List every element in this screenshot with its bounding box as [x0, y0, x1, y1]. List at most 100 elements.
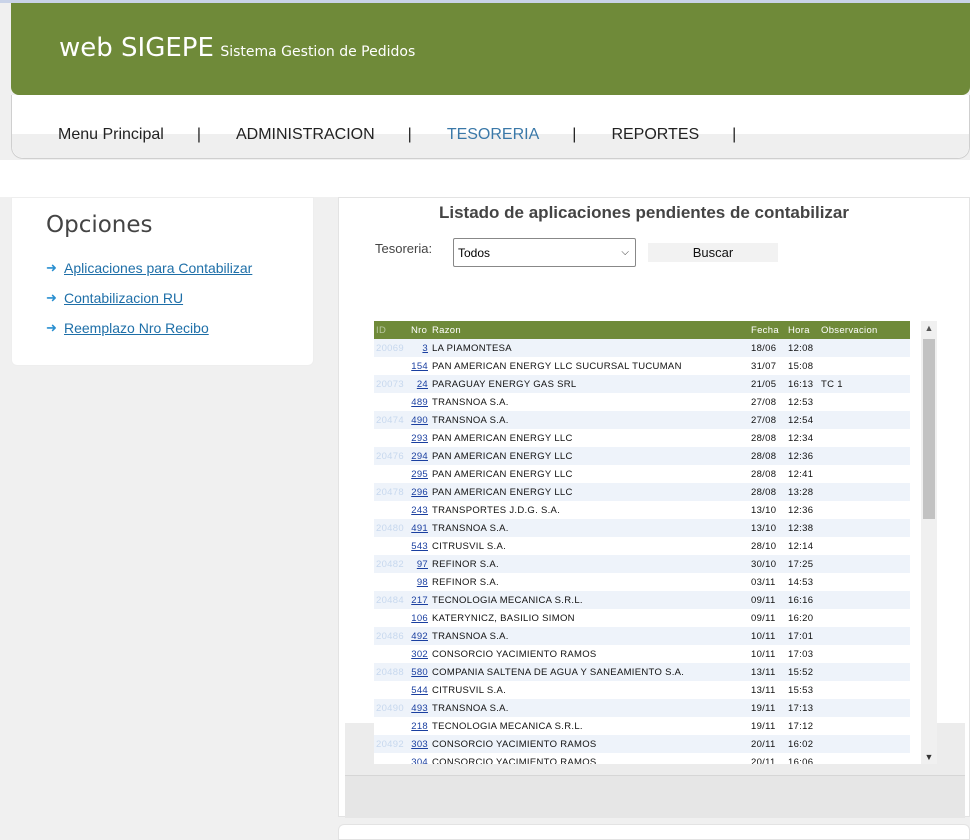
- nro-link[interactable]: 243: [411, 505, 428, 516]
- col-header-nro[interactable]: Nro: [409, 321, 430, 339]
- table-row[interactable]: 20487 302 CONSORCIO YACIMIENTO RAMOS 10/11 1…: [374, 645, 910, 663]
- app-brand: web SIGEPE Sistema Gestion de Pedidos: [59, 33, 415, 63]
- cell-fecha: 28/08: [751, 486, 777, 498]
- nro-link[interactable]: 580: [411, 667, 428, 678]
- cell-hora: 16:06: [788, 756, 814, 765]
- scroll-up-icon[interactable]: ▲: [921, 323, 937, 333]
- brand-name: web SIGEPE: [59, 33, 214, 63]
- table-row[interactable]: 20489 544 CITRUSVIL S.A. 13/11 15:53: [374, 681, 910, 699]
- nro-link[interactable]: 218: [411, 721, 428, 732]
- nav-item-tesoreria: TESORERIA |: [447, 126, 612, 144]
- nav-link-menu-principal[interactable]: Menu Principal: [58, 126, 164, 144]
- nro-link[interactable]: 303: [411, 739, 428, 750]
- nro-link[interactable]: 302: [411, 649, 428, 660]
- nro-link[interactable]: 294: [411, 451, 428, 462]
- arrow-right-icon: ➜: [46, 290, 57, 305]
- cell-nro: 490: [409, 411, 430, 429]
- nro-link[interactable]: 154: [411, 361, 428, 372]
- scroll-down-icon[interactable]: ▼: [921, 752, 937, 762]
- cell-fecha: 20/11: [751, 738, 776, 750]
- scroll-thumb[interactable]: [923, 339, 935, 519]
- table-row[interactable]: 20071 154 PAN AMERICAN ENERGY LLC SUCURSAL…: [374, 357, 910, 375]
- nro-link[interactable]: 296: [411, 487, 428, 498]
- nro-link[interactable]: 295: [411, 469, 428, 480]
- sidebar-link-contabilizacion[interactable]: Contabilizacion RU: [64, 290, 183, 306]
- sidebar: Opciones ➜ Aplicaciones para Contabiliza…: [11, 197, 314, 366]
- cell-id: 20483: [376, 576, 404, 588]
- nro-link[interactable]: 217: [411, 595, 428, 606]
- nro-link[interactable]: 544: [411, 685, 428, 696]
- nro-link[interactable]: 490: [411, 415, 428, 426]
- nro-link[interactable]: 98: [417, 577, 428, 588]
- cell-id: 20474: [376, 414, 404, 426]
- nro-link[interactable]: 97: [417, 559, 428, 570]
- cell-fecha: 21/05: [751, 378, 777, 390]
- cell-razon: REFINOR S.A.: [432, 558, 499, 570]
- cell-razon: KATERYNICZ, BASILIO SIMON: [432, 612, 575, 624]
- cell-id: 20485: [376, 612, 404, 624]
- col-header-observacion[interactable]: Observacion: [819, 321, 910, 339]
- nro-link[interactable]: 3: [422, 343, 428, 354]
- table-row[interactable]: 20490 493 TRANSNOA S.A. 19/11 17:13: [374, 699, 910, 717]
- nav-list: Menu Principal | ADMINISTRACION | TESORE…: [58, 126, 771, 144]
- buscar-button[interactable]: Buscar: [648, 243, 778, 262]
- table-row[interactable]: 20486 492 TRANSNOA S.A. 10/11 17:01: [374, 627, 910, 645]
- page-title: Listado de aplicaciones pendientes de co…: [439, 203, 849, 222]
- cell-hora: 15:08: [788, 360, 814, 372]
- col-header-id[interactable]: ID: [374, 321, 409, 339]
- nro-link[interactable]: 492: [411, 631, 428, 642]
- grid-footer-bar: [345, 775, 965, 818]
- table-row[interactable]: 20484 217 TECNOLOGIA MECANICA S.R.L. 09/11 1…: [374, 591, 910, 609]
- cell-razon: TRANSNOA S.A.: [432, 396, 509, 408]
- table-row[interactable]: 20481 543 CITRUSVIL S.A. 28/10 12:14: [374, 537, 910, 555]
- nro-link[interactable]: 304: [411, 757, 428, 765]
- grid-scrollbar[interactable]: ▲ ▼: [921, 321, 937, 764]
- cell-razon: TRANSNOA S.A.: [432, 630, 509, 642]
- tesoreria-select[interactable]: Todos ⌵: [453, 238, 636, 267]
- nro-link[interactable]: 491: [411, 523, 428, 534]
- table-row[interactable]: 20474 490 TRANSNOA S.A. 27/08 12:54: [374, 411, 910, 429]
- table-row[interactable]: 20074 489 TRANSNOA S.A. 27/08 12:53: [374, 393, 910, 411]
- nav-link-tesoreria[interactable]: TESORERIA: [447, 126, 539, 144]
- cell-hora: 17:25: [788, 558, 814, 570]
- col-header-fecha[interactable]: Fecha: [749, 321, 786, 339]
- nro-link[interactable]: 493: [411, 703, 428, 714]
- sidebar-link-aplicaciones[interactable]: Aplicaciones para Contabilizar: [64, 260, 252, 276]
- nro-link[interactable]: 293: [411, 433, 428, 444]
- cell-hora: 15:53: [788, 684, 814, 696]
- cell-observacion: [819, 627, 910, 645]
- nro-link[interactable]: 543: [411, 541, 428, 552]
- nav-link-administracion[interactable]: ADMINISTRACION: [236, 126, 375, 144]
- cell-id: 20477: [376, 468, 404, 480]
- table-row[interactable]: 20482 97 REFINOR S.A. 30/10 17:25: [374, 555, 910, 573]
- cell-razon: PAN AMERICAN ENERGY LLC: [432, 450, 573, 462]
- table-row[interactable]: 20475 293 PAN AMERICAN ENERGY LLC 28/08 12:3…: [374, 429, 910, 447]
- col-header-hora[interactable]: Hora: [786, 321, 819, 339]
- table-row[interactable]: 20477 295 PAN AMERICAN ENERGY LLC 28/08 12:4…: [374, 465, 910, 483]
- tesoreria-select-value: Todos: [458, 245, 491, 260]
- sidebar-link-reemplazo[interactable]: Reemplazo Nro Recibo: [64, 320, 209, 336]
- nro-link[interactable]: 106: [411, 613, 428, 624]
- table-row[interactable]: 20485 106 KATERYNICZ, BASILIO SIMON 09/11 16…: [374, 609, 910, 627]
- col-header-razon[interactable]: Razon: [430, 321, 749, 339]
- cell-razon: PAN AMERICAN ENERGY LLC: [432, 468, 573, 480]
- table-row[interactable]: 20483 98 REFINOR S.A. 03/11 14:53: [374, 573, 910, 591]
- cell-fecha: 10/11: [751, 630, 776, 642]
- app-header: web SIGEPE Sistema Gestion de Pedidos: [11, 3, 970, 95]
- table-row[interactable]: 20492 303 CONSORCIO YACIMIENTO RAMOS 20/11 1…: [374, 735, 910, 753]
- table-row[interactable]: 20073 24 PARAGUAY ENERGY GAS SRL 21/05 16:13…: [374, 375, 910, 393]
- nav-link-reportes[interactable]: REPORTES: [611, 126, 699, 144]
- table-row[interactable]: 20493 304 CONSORCIO YACIMIENTO RAMOS 20/11 1…: [374, 753, 910, 765]
- nro-link[interactable]: 489: [411, 397, 428, 408]
- nro-link[interactable]: 24: [417, 379, 428, 390]
- table-row[interactable]: 20491 218 TECNOLOGIA MECANICA S.R.L. 19/11 1…: [374, 717, 910, 735]
- table-row[interactable]: 20488 580 COMPANIA SALTENA DE AGUA Y SANEA…: [374, 663, 910, 681]
- sidebar-item-contabilizacion: ➜ Contabilizacion RU: [46, 283, 252, 313]
- table-row[interactable]: 20476 294 PAN AMERICAN ENERGY LLC 28/08 12:3…: [374, 447, 910, 465]
- table-row[interactable]: 20480 491 TRANSNOA S.A. 13/10 12:38: [374, 519, 910, 537]
- cell-id: 20074: [376, 396, 404, 408]
- table-row[interactable]: 20069 3 LA PIAMONTESA 18/06 12:08: [374, 339, 910, 357]
- table-row[interactable]: 20478 296 PAN AMERICAN ENERGY LLC 28/08 13:2…: [374, 483, 910, 501]
- cell-id: 20073: [376, 378, 404, 390]
- table-row[interactable]: 20479 243 TRANSPORTES J.D.G. S.A. 13/10 12:3…: [374, 501, 910, 519]
